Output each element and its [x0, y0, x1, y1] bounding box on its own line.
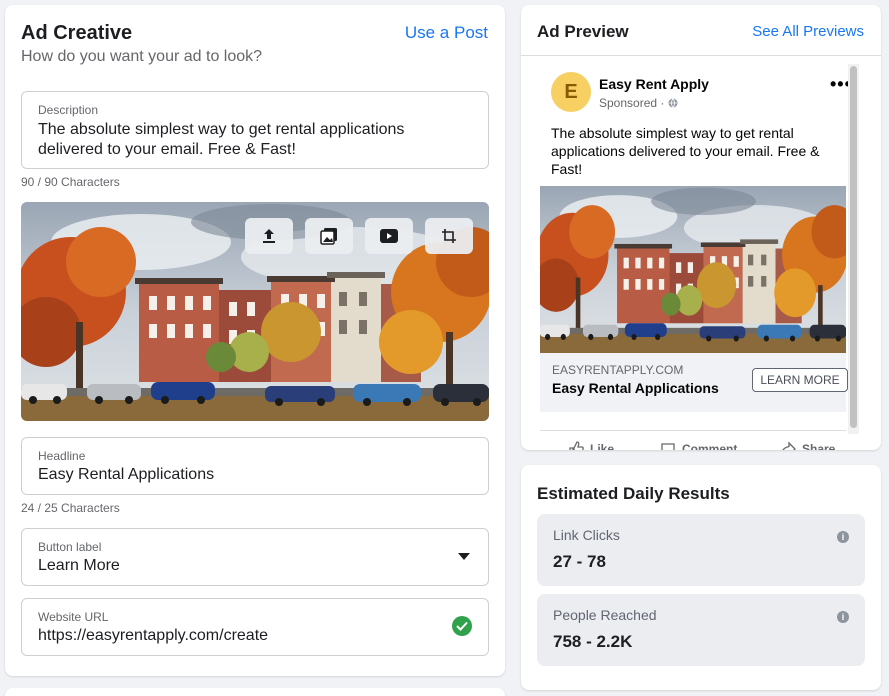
use-a-post-link[interactable]: Use a Post — [405, 23, 488, 43]
street-photo-preview — [540, 186, 846, 353]
preview-image — [540, 186, 846, 353]
estimated-results-title: Estimated Daily Results — [537, 484, 730, 503]
ad-creative-subtitle: How do you want your ad to look? — [21, 48, 263, 65]
headline-label: Headline — [38, 449, 86, 463]
description-text[interactable]: The absolute simplest way to get rental … — [38, 120, 472, 160]
ad-creative-title: Ad Creative — [21, 22, 133, 44]
like-label: Like — [590, 442, 615, 450]
headline-input[interactable]: Easy Rental Applications — [38, 465, 472, 485]
facebook-feed-preview: E Easy Rent Apply Sponsored · ••• The ab… — [540, 62, 861, 450]
sponsored-label: Sponsored · — [599, 96, 678, 110]
estimated-results-panel: Estimated Daily Results Link Clicks 27 -… — [521, 465, 881, 690]
video-button[interactable] — [365, 218, 413, 254]
link-attachment[interactable]: EASYRENTAPPLY.COM Easy Rental Applicatio… — [540, 353, 848, 412]
dropdown-caret-icon[interactable] — [458, 553, 470, 560]
description-label: Description — [38, 103, 99, 117]
like-icon — [569, 441, 584, 450]
post-text: The absolute simplest way to get rental … — [551, 125, 820, 177]
ad-preview-panel: Ad Preview See All Previews E Easy Rent … — [521, 5, 881, 450]
preview-scrollbar[interactable] — [848, 64, 859, 434]
share-label: Share — [802, 442, 836, 450]
comment-label: Comment — [682, 442, 738, 450]
link-headline: Easy Rental Applications — [552, 380, 719, 396]
website-url-label: Website URL — [38, 610, 109, 624]
headline-counter: 24 / 25 Characters — [21, 501, 120, 515]
link-clicks-metric: Link Clicks 27 - 78 i — [537, 514, 865, 586]
post-actions: Like Comment Share — [540, 430, 846, 450]
valid-check-icon — [452, 616, 472, 636]
headline-field[interactable]: Headline Easy Rental Applications — [21, 437, 489, 495]
upload-button[interactable] — [245, 218, 293, 254]
crop-button[interactable] — [425, 218, 473, 254]
share-action[interactable]: Share — [780, 441, 835, 450]
page-name: Easy Rent Apply — [599, 76, 709, 92]
globe-icon — [668, 98, 678, 108]
page-avatar: E — [551, 72, 591, 112]
metric-value: 758 - 2.2K — [553, 632, 633, 651]
divider — [521, 55, 881, 56]
description-field[interactable]: Description The absolute simplest way to… — [21, 91, 489, 169]
share-icon — [782, 441, 796, 450]
description-counter: 90 / 90 Characters — [21, 175, 120, 189]
metric-label: People Reached — [553, 607, 657, 623]
crop-icon — [442, 229, 456, 243]
video-icon — [380, 229, 398, 243]
upload-icon — [263, 229, 275, 243]
website-url-input[interactable]: https://easyrentapply.com/create — [38, 626, 472, 646]
next-section-panel — [5, 688, 505, 696]
people-reached-metric: People Reached 758 - 2.2K i — [537, 594, 865, 666]
info-icon[interactable]: i — [837, 531, 849, 543]
button-label-select[interactable]: Button label Learn More — [21, 528, 489, 586]
metric-value: 27 - 78 — [553, 552, 606, 571]
ad-image — [21, 202, 489, 421]
image-library-button[interactable] — [305, 218, 353, 254]
metric-label: Link Clicks — [553, 527, 620, 543]
see-all-previews-link[interactable]: See All Previews — [752, 23, 864, 40]
ad-creative-panel: Ad Creative Use a Post How do you want y… — [5, 5, 505, 676]
comment-action[interactable]: Comment — [660, 441, 737, 450]
scrollbar-thumb[interactable] — [850, 66, 857, 428]
image-library-icon — [320, 228, 337, 245]
comment-icon — [661, 443, 675, 450]
like-action[interactable]: Like — [568, 441, 614, 450]
link-domain: EASYRENTAPPLY.COM — [552, 363, 684, 377]
button-label-value[interactable]: Learn More — [38, 556, 472, 576]
learn-more-button[interactable]: LEARN MORE — [752, 368, 848, 392]
ad-preview-title: Ad Preview — [537, 22, 629, 41]
button-label-label: Button label — [38, 540, 102, 554]
website-url-field[interactable]: Website URL https://easyrentapply.com/cr… — [21, 598, 489, 656]
sponsored-text: Sponsored · — [599, 96, 665, 110]
info-icon[interactable]: i — [837, 611, 849, 623]
